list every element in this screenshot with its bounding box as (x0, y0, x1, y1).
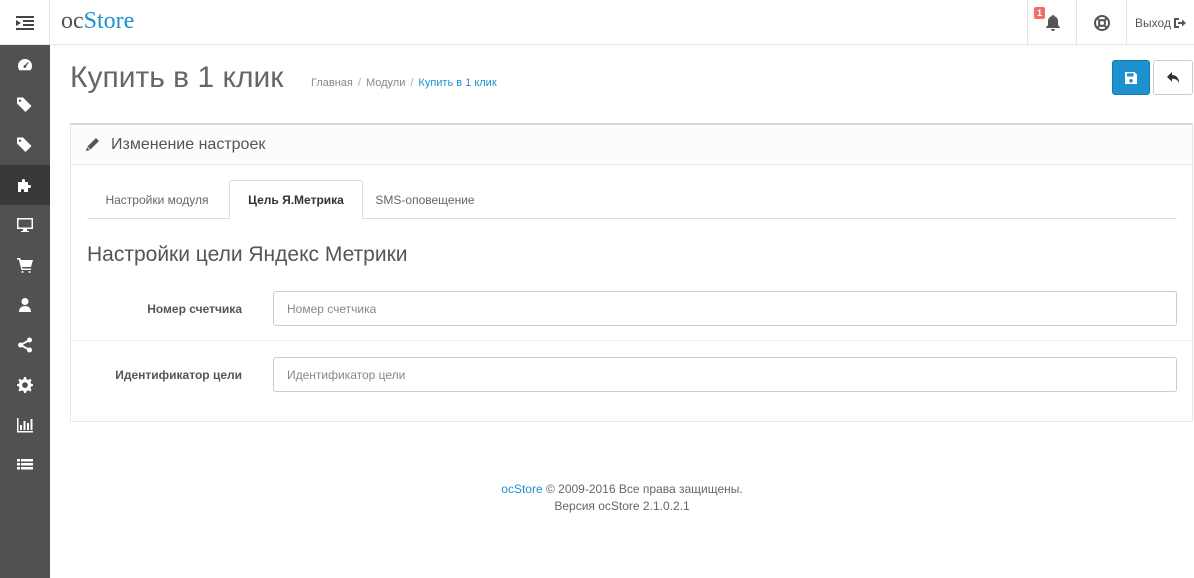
settings-panel: Изменение настроек Настройки модуля Цель… (70, 123, 1193, 422)
list-icon (17, 459, 33, 470)
pencil-icon (86, 138, 99, 151)
goal-id-label: Идентификатор цели (115, 368, 242, 382)
form-row-goal: Идентификатор цели (71, 355, 1192, 395)
save-button[interactable] (1112, 60, 1150, 95)
menu-toggle-button[interactable] (0, 0, 50, 45)
footer-version: Версия ocStore 2.1.0.2.1 (554, 499, 690, 513)
tab-yandex-metrika[interactable]: Цель Я.Метрика (229, 180, 363, 220)
cart-icon (17, 258, 33, 273)
breadcrumb-separator: / (410, 77, 414, 89)
reply-icon (1167, 72, 1179, 83)
notification-badge: 1 (1034, 7, 1046, 19)
sidebar-item-list[interactable] (0, 445, 50, 485)
sidebar-item-modules[interactable] (0, 165, 50, 205)
sidebar-item-marketing[interactable] (0, 325, 50, 365)
form-row-counter: Номер счетчика (71, 289, 1192, 341)
section-title: Настройки цели Яндекс Метрики (87, 243, 408, 266)
bar-chart-icon (17, 418, 33, 433)
logo-store: Store (83, 8, 135, 34)
tab-module-settings[interactable]: Настройки модуля (87, 180, 227, 219)
logo-oc: oc (61, 8, 84, 34)
panel-heading-text: Изменение настроек (111, 135, 266, 153)
sidebar-item-design[interactable] (0, 205, 50, 245)
footer-brand-link[interactable]: ocStore (501, 482, 542, 496)
footer: ocStore © 2009-2016 Все права защищены. … (50, 481, 1194, 515)
breadcrumb-modules[interactable]: Модули (366, 77, 405, 89)
breadcrumb-separator: / (357, 77, 361, 89)
help-button[interactable] (1076, 0, 1126, 45)
cog-icon (17, 377, 33, 393)
life-ring-icon (1093, 14, 1110, 31)
sidebar-item-sales[interactable] (0, 245, 50, 285)
puzzle-icon (18, 179, 31, 192)
desktop-icon (17, 218, 33, 232)
user-icon (19, 298, 31, 312)
bell-icon (1045, 14, 1060, 31)
save-icon (1125, 71, 1137, 84)
tags-icon (17, 137, 32, 152)
tabs: Настройки модуля Цель Я.Метрика SMS-опов… (87, 180, 1177, 220)
top-header: ocStore 1 Выход (0, 0, 1194, 45)
goal-id-input[interactable] (273, 357, 1177, 392)
share-icon (18, 337, 32, 353)
footer-copyright-line: ocStore © 2009-2016 Все права защищены. (50, 481, 1194, 498)
page-title: Купить в 1 клик (70, 61, 284, 94)
dashboard-icon (18, 59, 32, 71)
counter-number-label: Номер счетчика (147, 302, 242, 316)
sign-out-icon (1173, 17, 1186, 28)
counter-number-input[interactable] (273, 291, 1177, 326)
panel-heading: Изменение настроек (71, 125, 1192, 165)
footer-copyright: © 2009-2016 Все права защищены. (545, 482, 743, 496)
sidebar-item-customers[interactable] (0, 285, 50, 325)
back-button[interactable] (1153, 60, 1193, 95)
sidebar-item-reports[interactable] (0, 405, 50, 445)
breadcrumb: Главная / Модули / Купить в 1 клик (311, 77, 497, 89)
sidebar-item-catalog[interactable] (0, 85, 50, 125)
logout-label: Выход (1135, 15, 1171, 30)
tags-icon (17, 97, 32, 112)
sidebar (0, 45, 50, 578)
tab-sms-notification[interactable]: SMS-оповещение (365, 180, 485, 219)
breadcrumb-current[interactable]: Купить в 1 клик (418, 77, 496, 89)
breadcrumb-home[interactable]: Главная (311, 77, 353, 89)
logo[interactable]: ocStore (61, 6, 134, 36)
logout-button[interactable]: Выход (1126, 0, 1194, 45)
menu-indent-icon (15, 15, 34, 30)
sidebar-item-system[interactable] (0, 365, 50, 405)
sidebar-item-dashboard[interactable] (0, 45, 50, 85)
sidebar-item-extensions[interactable] (0, 125, 50, 165)
